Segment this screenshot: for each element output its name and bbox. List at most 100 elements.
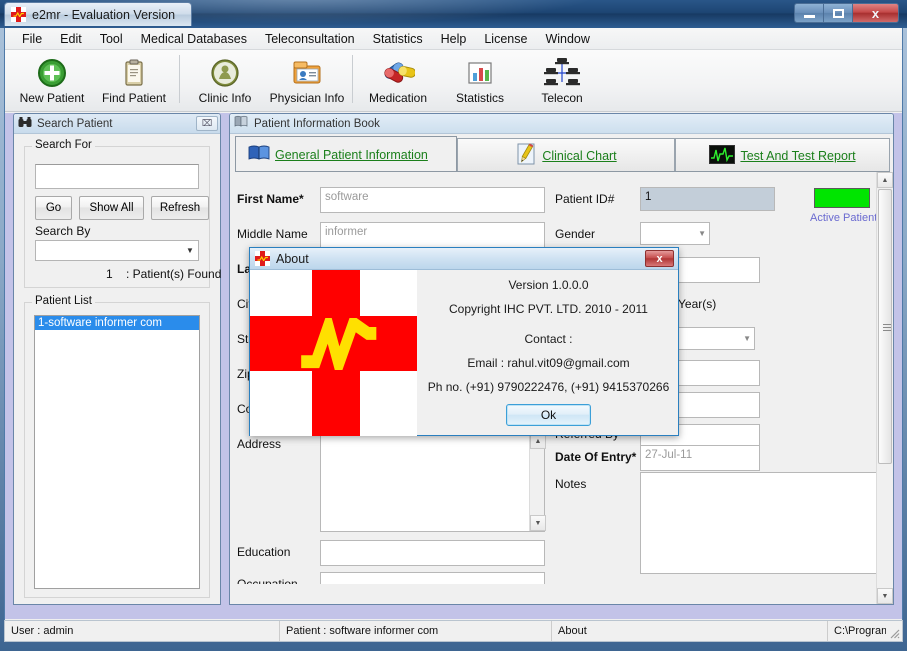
app-logo-icon [11, 7, 26, 22]
bar-chart-icon [464, 56, 496, 90]
toolbar-button-clinic-info[interactable]: Clinic Info [184, 53, 266, 110]
label-address: Address [237, 437, 282, 451]
toolbar-label-physician-info: Physician Info [269, 91, 345, 105]
about-dialog-titlebar: About x [250, 248, 678, 270]
statusbar: User : admin Patient : software informer… [4, 620, 903, 642]
form-scroll-thumb[interactable] [878, 189, 892, 464]
toolbar-button-new-patient[interactable]: New Patient [11, 53, 93, 110]
refresh-button[interactable]: Refresh [151, 196, 209, 220]
toolbar-button-telecon[interactable]: Telecon [521, 53, 603, 110]
about-ok-button[interactable]: Ok [506, 404, 591, 426]
label-age-unit: Year(s) [678, 297, 717, 311]
chevron-down-icon: ▼ [186, 246, 194, 255]
window-title: e2mr - Evaluation Version [32, 7, 176, 22]
field-patient-id: 1 [640, 187, 775, 211]
about-dialog-title: About [276, 251, 309, 266]
toolbar-button-statistics[interactable]: Statistics [439, 53, 521, 110]
field-education[interactable] [320, 540, 545, 566]
chevron-down-icon: ▼ [743, 334, 751, 343]
search-input[interactable] [35, 164, 199, 189]
window-controls: x [794, 3, 899, 23]
go-button[interactable]: Go [35, 196, 72, 220]
search-patient-close-icon[interactable]: ⌧ [196, 116, 218, 131]
form-scroll-up-icon[interactable]: ▲ [877, 172, 893, 188]
window-title-tab: e2mr - Evaluation Version [4, 2, 193, 26]
patient-information-book-title: Patient Information Book [254, 117, 380, 130]
network-icon [544, 56, 580, 90]
tab-clinical-chart[interactable]: Clinical Chart [457, 138, 675, 172]
clinic-icon [209, 56, 241, 90]
menu-file[interactable]: File [13, 30, 51, 48]
menu-help[interactable]: Help [432, 30, 476, 48]
close-button[interactable]: x [853, 4, 898, 22]
address-scrollbar[interactable]: ▲ ▼ [529, 433, 546, 531]
ecg-waveform-icon [709, 144, 736, 167]
book-icon [234, 115, 249, 133]
patient-list-group-title: Patient List [32, 295, 95, 307]
window-titlebar: e2mr - Evaluation Version x [0, 0, 907, 28]
label-gender: Gender [555, 227, 596, 241]
maximize-button[interactable] [824, 4, 853, 22]
menubar: File Edit Tool Medical Databases Telecon… [5, 28, 902, 50]
about-dialog-text: Version 1.0.0.0 Copyright IHC PVT. LTD. … [417, 270, 680, 436]
toolbar-label-telecon: Telecon [541, 91, 583, 105]
toolbar-button-physician-info[interactable]: Physician Info [266, 53, 348, 110]
tab-general-patient-information[interactable]: General Patient Information [235, 136, 457, 172]
form-scrollbar[interactable]: ▲ ▼ [876, 172, 893, 604]
field-middle-name[interactable]: informer [320, 222, 545, 248]
toolbar-label-medication: Medication [368, 91, 428, 105]
label-education: Education [237, 545, 291, 559]
toolbar-button-medication[interactable]: Medication [357, 53, 439, 110]
about-email: Email : rahul.vit09@gmail.com [467, 356, 630, 370]
label-first-name: First Name* [237, 192, 304, 206]
field-date-of-entry[interactable]: 27-Jul-11 [640, 445, 760, 471]
menu-teleconsultation[interactable]: Teleconsultation [256, 30, 364, 48]
form-scroll-grip [883, 324, 891, 331]
minimize-button[interactable] [795, 4, 824, 22]
toolbar-label-clinic-info: Clinic Info [198, 91, 252, 105]
field-first-name[interactable]: software [320, 187, 545, 213]
active-patient-indicator [814, 188, 870, 208]
toolbar-separator-2 [352, 55, 353, 103]
menu-edit[interactable]: Edit [51, 30, 91, 48]
field-occupation[interactable] [320, 572, 545, 584]
tab-label-test-and-test-report: Test And Test Report [740, 148, 856, 163]
field-gender[interactable]: ▼ [640, 222, 710, 245]
about-copyright: Copyright IHC PVT. LTD. 2010 - 2011 [449, 302, 648, 316]
toolbar-label-find-patient: Find Patient [101, 91, 167, 105]
label-occupation: Occupation [237, 577, 298, 584]
about-dialog: About x Version 1.0.0.0 Copyright IHC PV… [249, 247, 679, 436]
label-date-of-entry: Date Of Entry* [555, 450, 637, 464]
resize-grip-icon[interactable] [886, 621, 902, 641]
application-window: e2mr - Evaluation Version x File Edit To… [0, 0, 907, 651]
search-for-group-title: Search For [32, 139, 95, 151]
menu-window[interactable]: Window [536, 30, 598, 48]
patients-found-label: : Patient(s) Found [126, 267, 222, 281]
about-dialog-close-button[interactable]: x [645, 250, 674, 267]
patient-list[interactable]: 1-software informer com [34, 315, 200, 589]
statusbar-patient: Patient : software informer com [280, 621, 552, 641]
search-by-combo[interactable]: ▼ [35, 240, 199, 261]
menu-medical-databases[interactable]: Medical Databases [132, 30, 256, 48]
search-by-label: Search By [35, 224, 91, 238]
menu-tool[interactable]: Tool [91, 30, 132, 48]
address-scroll-down-icon[interactable]: ▼ [530, 515, 546, 531]
pills-icon [381, 56, 415, 90]
toolbar-label-new-patient: New Patient [19, 91, 85, 105]
field-notes[interactable] [640, 472, 880, 574]
active-patient-label: Active Patient [810, 212, 878, 224]
pencil-note-icon [515, 142, 537, 169]
tab-test-and-test-report[interactable]: Test And Test Report [675, 138, 890, 172]
form-scroll-down-icon[interactable]: ▼ [877, 588, 893, 604]
list-item[interactable]: 1-software informer com [35, 316, 199, 330]
toolbar-button-find-patient[interactable]: Find Patient [93, 53, 175, 110]
statusbar-context: About [552, 621, 828, 641]
show-all-button[interactable]: Show All [79, 196, 144, 220]
label-middle-name: Middle Name [237, 227, 308, 241]
statusbar-user: User : admin [5, 621, 280, 641]
about-contact-heading: Contact : [524, 332, 573, 346]
field-address[interactable] [320, 432, 545, 532]
menu-license[interactable]: License [475, 30, 536, 48]
about-phone: Ph no. (+91) 9790222476, (+91) 941537026… [427, 380, 670, 394]
menu-statistics[interactable]: Statistics [364, 30, 432, 48]
